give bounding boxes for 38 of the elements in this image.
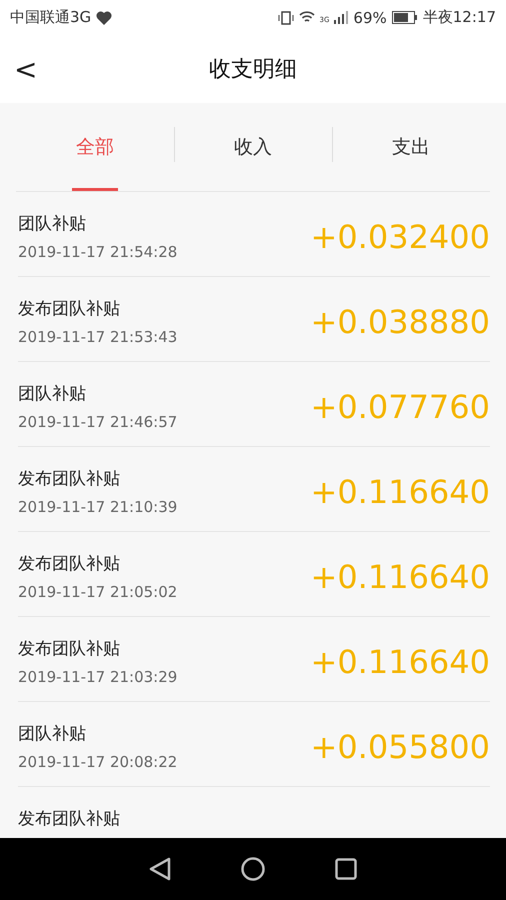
record-time: 2019-11-17 21:03:29	[18, 668, 178, 686]
record-time: 2019-11-17 20:08:22	[18, 753, 178, 771]
record-amount: +0.116640	[310, 643, 490, 681]
back-nav-icon[interactable]	[149, 857, 171, 881]
record-title: 发布团队补贴	[18, 808, 120, 830]
record-title: 发布团队补贴	[18, 468, 121, 490]
record-amount: +0.032400	[310, 218, 490, 256]
home-nav-icon[interactable]	[241, 857, 265, 881]
signal-icon	[334, 11, 348, 24]
recents-nav-icon[interactable]	[335, 858, 357, 880]
clock: 半夜12:17	[422, 8, 496, 27]
wifi-icon	[298, 11, 315, 24]
record-time: 2019-11-17 21:05:02	[18, 583, 178, 601]
record-title: 团队补贴	[18, 723, 87, 745]
record-time: 2019-11-17 21:10:39	[18, 498, 178, 516]
record-amount: +0.116640	[310, 558, 490, 596]
record-time: 2019-11-17 21:53:43	[18, 328, 178, 346]
filter-tab[interactable]: 支出	[388, 103, 434, 191]
record-amount: +0.055800	[310, 728, 490, 766]
record-title: 发布团队补贴	[18, 638, 121, 660]
record-time: 2019-11-17 21:54:28	[18, 243, 178, 261]
heart-rate-icon	[96, 10, 112, 24]
record-title: 团队补贴	[18, 383, 87, 405]
battery-percent: 69%	[353, 8, 387, 26]
battery-icon	[392, 11, 418, 24]
filter-tab[interactable]: 全部	[72, 103, 118, 191]
back-button[interactable]: <	[6, 49, 46, 90]
record-title: 团队补贴	[18, 213, 87, 235]
carrier-name: 中国联通3G	[10, 8, 92, 27]
record-amount: +0.077760	[310, 388, 490, 426]
record-amount: +0.038880	[310, 303, 490, 341]
record-time: 2019-11-17 21:46:57	[18, 413, 178, 431]
filter-tab[interactable]: 收入	[230, 103, 276, 191]
page-title: 收支明细	[209, 56, 297, 84]
record-amount: +0.116640	[310, 473, 490, 511]
record-title: 发布团队补贴	[18, 553, 121, 575]
vibrate-icon	[278, 10, 294, 24]
record-title: 发布团队补贴	[18, 298, 121, 320]
